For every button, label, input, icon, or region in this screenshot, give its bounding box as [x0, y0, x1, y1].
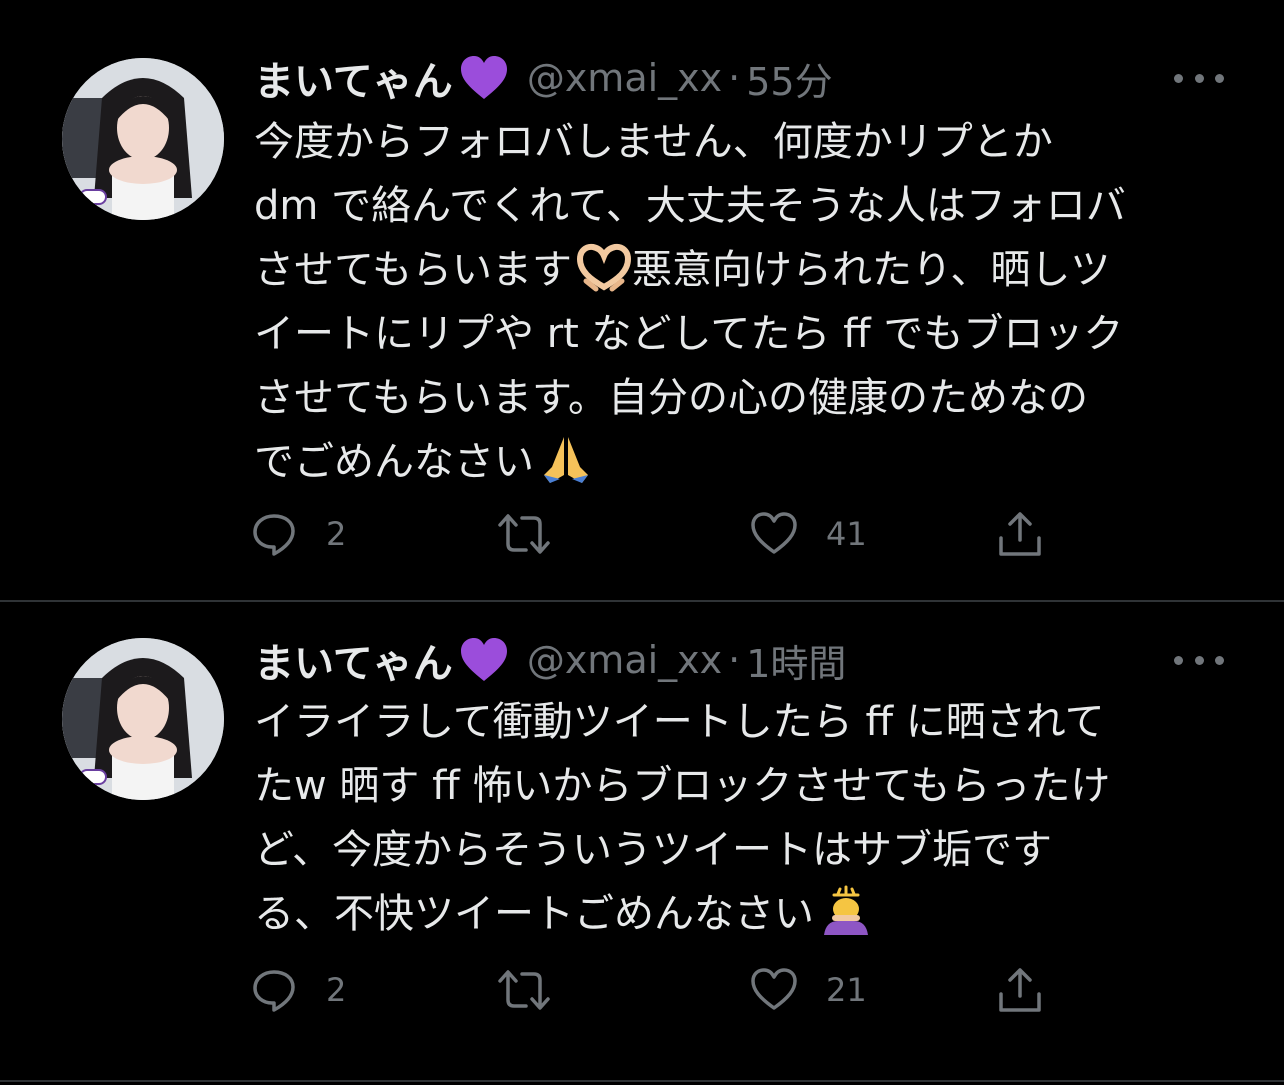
heart-hands-icon — [576, 241, 632, 293]
separator-dot: · — [728, 56, 741, 100]
tweet-header: まいてゃん @xmai_xx · 55分 — [254, 48, 1224, 108]
tweet-text: 今度からフォロバしません、何度かリプとか dm で絡んでくれて、大丈夫そうな人は… — [254, 110, 1234, 494]
like-button[interactable]: 41 — [750, 504, 867, 564]
separator-dot: · — [728, 638, 741, 682]
reply-icon — [253, 970, 295, 1012]
purple-heart-icon — [459, 637, 509, 683]
tweet-line: 今度からフォロバしません、何度かリプとか — [254, 119, 1053, 165]
handle[interactable]: @xmai_xx — [527, 638, 722, 682]
folded-hands-icon — [538, 433, 594, 485]
reply-button[interactable]: 2 — [250, 504, 346, 564]
action-bar: 2 21 — [250, 960, 1050, 1020]
more-options-icon[interactable] — [1174, 642, 1224, 678]
tweet-header: まいてゃん @xmai_xx · 1時間 — [254, 630, 1224, 690]
retweet-icon — [498, 970, 550, 1010]
tweet-line: イライラして衝動ツイートしたら ff に晒されて — [254, 699, 1105, 745]
tweet[interactable]: まいてゃん @xmai_xx · 1時間 イライラして衝動ツイートしたら ff … — [0, 602, 1284, 1080]
tweet-line: させてもらいます 悪意向けられたり、晒しツ — [254, 238, 1234, 302]
action-bar: 2 41 — [250, 504, 1050, 564]
tweet-line: ど、今度からそういうツイートはサブ垢です — [254, 827, 1052, 873]
retweet-icon — [498, 514, 550, 554]
display-name[interactable]: まいてゃん — [254, 49, 453, 107]
handle[interactable]: @xmai_xx — [527, 56, 722, 100]
tweet-line-tail: 悪意向けられたり、晒しツ — [632, 247, 1111, 293]
reply-button[interactable]: 2 — [250, 960, 346, 1020]
tweet-line: でごめんなさい — [254, 430, 1234, 494]
tweet-line: させてもらいます。自分の心の健康のためなの — [254, 375, 1088, 421]
tweet-line-head: る、不快ツイートごめんなさい — [254, 891, 814, 937]
retweet-button[interactable] — [496, 960, 580, 1020]
reply-count: 2 — [326, 971, 347, 1009]
share-icon — [999, 968, 1041, 1012]
retweet-button[interactable] — [496, 504, 580, 564]
more-options-icon[interactable] — [1174, 60, 1224, 96]
timestamp[interactable]: 1時間 — [746, 633, 846, 688]
tweet-line: る、不快ツイートごめんなさい — [254, 882, 1234, 946]
tweet-line-head: でごめんなさい — [254, 439, 534, 485]
like-count: 21 — [826, 971, 867, 1009]
heart-icon — [751, 512, 797, 554]
person-bowing-icon — [818, 885, 874, 937]
timestamp[interactable]: 55分 — [746, 51, 832, 106]
purple-heart-icon — [459, 55, 509, 101]
tweet-line: たw 晒す ff 怖いからブロックさせてもらったけ — [254, 763, 1111, 809]
divider — [0, 1080, 1284, 1082]
avatar[interactable] — [62, 58, 224, 220]
tweet-line-head: させてもらいます — [254, 247, 572, 293]
reply-count: 2 — [326, 515, 347, 553]
avatar[interactable] — [62, 638, 224, 800]
tweet-line: イートにリプや rt などしてたら ff でもブロック — [254, 311, 1124, 357]
reply-icon — [253, 514, 295, 556]
tweet-line: dm で絡んでくれて、大丈夫そうな人はフォロバ — [254, 183, 1126, 229]
tweet[interactable]: まいてゃん @xmai_xx · 55分 今度からフォロバしません、何度かリプと… — [0, 0, 1284, 600]
like-count: 41 — [826, 515, 867, 553]
heart-icon — [751, 968, 797, 1010]
like-button[interactable]: 21 — [750, 960, 867, 1020]
share-button[interactable] — [996, 960, 1044, 1020]
share-button[interactable] — [996, 504, 1044, 564]
display-name[interactable]: まいてゃん — [254, 631, 453, 689]
share-icon — [999, 512, 1041, 556]
tweet-text: イライラして衝動ツイートしたら ff に晒されて たw 晒す ff 怖いからブロ… — [254, 690, 1234, 946]
